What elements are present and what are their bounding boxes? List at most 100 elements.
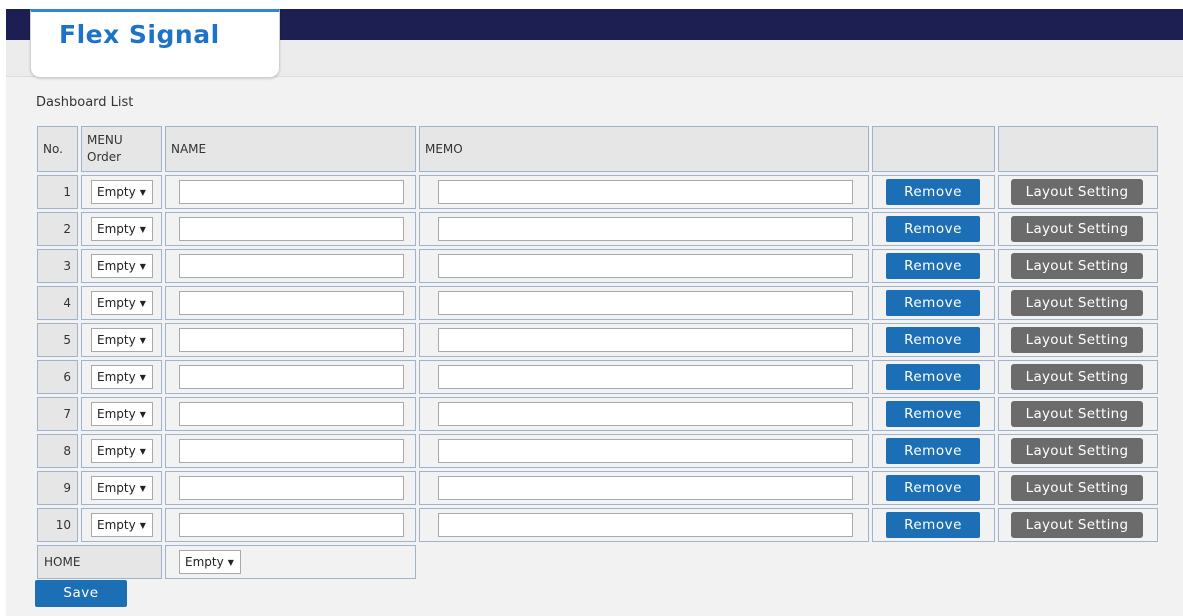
menu-order-cell: Empty ▼ [81, 434, 162, 468]
remove-button[interactable]: Remove [886, 512, 980, 538]
table-header-row: No. MENU Order NAME MEMO [37, 126, 1158, 172]
col-header-menu-order: MENU Order [81, 126, 162, 172]
menu-order-select[interactable]: Empty ▼ [91, 513, 153, 537]
table-row: 6 Empty ▼ Remove Layout Setting [37, 360, 1158, 394]
remove-button[interactable]: Remove [886, 438, 980, 464]
remove-button[interactable]: Remove [886, 401, 980, 427]
name-cell [165, 360, 416, 394]
row-number: 4 [37, 286, 78, 320]
logo-tab[interactable]: Flex Signal [30, 9, 280, 78]
layout-cell: Layout Setting [998, 434, 1158, 468]
name-cell [165, 175, 416, 209]
name-cell [165, 397, 416, 431]
remove-button[interactable]: Remove [886, 290, 980, 316]
name-input[interactable] [179, 217, 404, 241]
name-cell [165, 323, 416, 357]
home-select[interactable]: Empty ▼ [179, 550, 241, 574]
menu-order-select[interactable]: Empty ▼ [91, 476, 153, 500]
layout-setting-button[interactable]: Layout Setting [1011, 216, 1143, 242]
col-header-name: NAME [165, 126, 416, 172]
memo-input[interactable] [438, 291, 853, 315]
layout-setting-button[interactable]: Layout Setting [1011, 401, 1143, 427]
layout-setting-button[interactable]: Layout Setting [1011, 327, 1143, 353]
menu-order-value: Empty [97, 222, 136, 236]
remove-button[interactable]: Remove [886, 364, 980, 390]
menu-order-value: Empty [97, 407, 136, 421]
memo-input[interactable] [438, 365, 853, 389]
name-input[interactable] [179, 439, 404, 463]
remove-button[interactable]: Remove [886, 253, 980, 279]
menu-order-select[interactable]: Empty ▼ [91, 180, 153, 204]
row-number: 9 [37, 471, 78, 505]
col-header-memo: MEMO [419, 126, 869, 172]
name-input[interactable] [179, 476, 404, 500]
layout-setting-button[interactable]: Layout Setting [1011, 438, 1143, 464]
chevron-down-icon: ▼ [139, 484, 146, 493]
brand-name: Flex Signal [59, 20, 220, 49]
layout-setting-button[interactable]: Layout Setting [1011, 290, 1143, 316]
menu-order-select[interactable]: Empty ▼ [91, 402, 153, 426]
name-cell [165, 434, 416, 468]
menu-order-value: Empty [97, 518, 136, 532]
remove-button[interactable]: Remove [886, 327, 980, 353]
memo-input[interactable] [438, 439, 853, 463]
remove-cell: Remove [872, 286, 995, 320]
remove-cell: Remove [872, 175, 995, 209]
brand-logo: Flex Signal [59, 20, 220, 49]
memo-cell [419, 360, 869, 394]
remove-cell: Remove [872, 397, 995, 431]
layout-cell: Layout Setting [998, 508, 1158, 542]
memo-input[interactable] [438, 254, 853, 278]
chevron-down-icon: ▼ [139, 225, 146, 234]
save-button[interactable]: Save [35, 580, 127, 607]
layout-setting-button[interactable]: Layout Setting [1011, 364, 1143, 390]
memo-input[interactable] [438, 328, 853, 352]
remove-button[interactable]: Remove [886, 216, 980, 242]
col-header-no: No. [37, 126, 78, 172]
table-row: 2 Empty ▼ Remove Layout Setting [37, 212, 1158, 246]
home-select-cell: Empty ▼ [165, 545, 416, 579]
memo-input[interactable] [438, 217, 853, 241]
name-input[interactable] [179, 254, 404, 278]
memo-input[interactable] [438, 180, 853, 204]
menu-order-select[interactable]: Empty ▼ [91, 328, 153, 352]
layout-setting-button[interactable]: Layout Setting [1011, 179, 1143, 205]
menu-order-select[interactable]: Empty ▼ [91, 254, 153, 278]
name-input[interactable] [179, 328, 404, 352]
menu-order-value: Empty [97, 444, 136, 458]
name-input[interactable] [179, 402, 404, 426]
table-row: 5 Empty ▼ Remove Layout Setting [37, 323, 1158, 357]
home-label: HOME [37, 545, 162, 579]
row-number: 7 [37, 397, 78, 431]
menu-order-select[interactable]: Empty ▼ [91, 439, 153, 463]
layout-setting-button[interactable]: Layout Setting [1011, 475, 1143, 501]
menu-order-select[interactable]: Empty ▼ [91, 217, 153, 241]
menu-order-value: Empty [97, 333, 136, 347]
menu-order-select[interactable]: Empty ▼ [91, 365, 153, 389]
memo-input[interactable] [438, 476, 853, 500]
remove-cell: Remove [872, 434, 995, 468]
name-input[interactable] [179, 365, 404, 389]
layout-setting-button[interactable]: Layout Setting [1011, 512, 1143, 538]
menu-order-cell: Empty ▼ [81, 397, 162, 431]
memo-input[interactable] [438, 513, 853, 537]
remove-button[interactable]: Remove [886, 179, 980, 205]
memo-cell [419, 286, 869, 320]
row-number: 10 [37, 508, 78, 542]
chevron-down-icon: ▼ [139, 410, 146, 419]
memo-cell [419, 323, 869, 357]
memo-cell [419, 434, 869, 468]
name-input[interactable] [179, 180, 404, 204]
memo-input[interactable] [438, 402, 853, 426]
menu-order-cell: Empty ▼ [81, 249, 162, 283]
remove-button[interactable]: Remove [886, 475, 980, 501]
layout-cell: Layout Setting [998, 212, 1158, 246]
memo-cell [419, 212, 869, 246]
page-title: Dashboard List [36, 95, 134, 110]
layout-setting-button[interactable]: Layout Setting [1011, 253, 1143, 279]
name-input[interactable] [179, 291, 404, 315]
table-row: 10 Empty ▼ Remove Layout Setting [37, 508, 1158, 542]
menu-order-select[interactable]: Empty ▼ [91, 291, 153, 315]
name-input[interactable] [179, 513, 404, 537]
name-cell [165, 508, 416, 542]
